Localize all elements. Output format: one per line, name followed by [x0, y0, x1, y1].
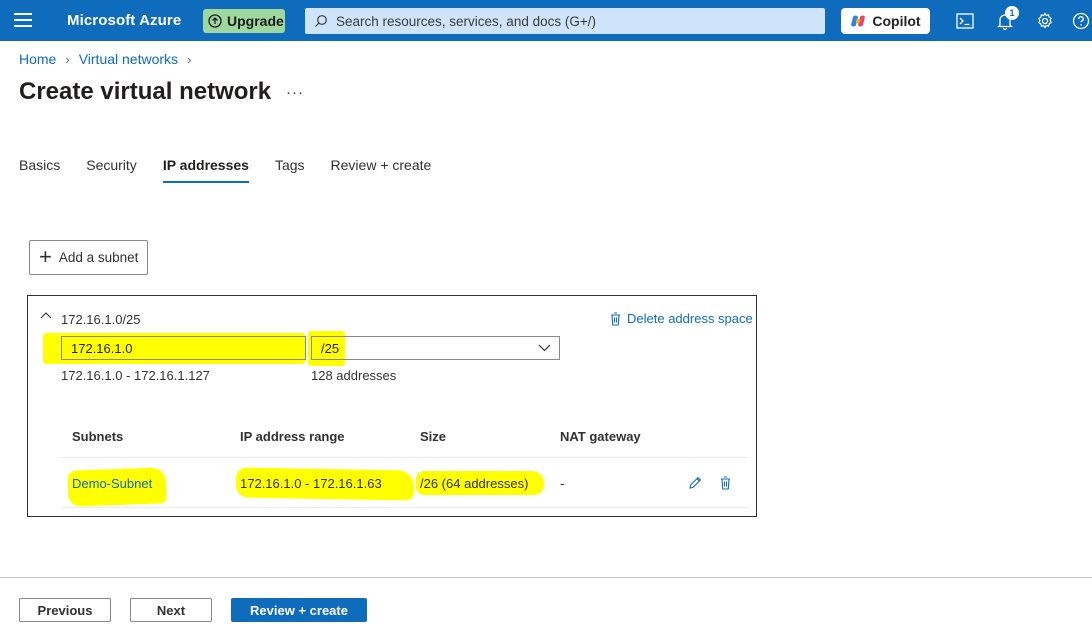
chevron-right-icon: › — [65, 51, 70, 67]
address-count-text: 128 addresses — [311, 368, 397, 383]
plus-icon: + — [39, 243, 52, 269]
table-divider — [61, 457, 748, 458]
address-prefix-dropdown[interactable]: /25 — [311, 336, 560, 360]
subnet-nat-gateway: - — [560, 476, 565, 491]
upgrade-arrow-icon — [208, 14, 222, 28]
tab-bar: Basics Security IP addresses Tags Review… — [19, 157, 457, 183]
search-input[interactable]: Search resources, services, and docs (G+… — [305, 8, 825, 34]
top-bar: Microsoft Azure Upgrade Search resources… — [0, 0, 1092, 41]
address-space-ip-input[interactable]: 172.16.1.0 — [61, 336, 306, 360]
column-header-ip-range: IP address range — [240, 429, 345, 444]
address-range-text: 172.16.1.0 - 172.16.1.127 — [61, 368, 210, 383]
address-space-label: 172.16.1.0/25 — [61, 312, 141, 327]
subnet-name-link[interactable]: Demo-Subnet — [72, 476, 152, 491]
trash-icon — [611, 311, 620, 326]
search-placeholder: Search resources, services, and docs (G+… — [336, 13, 596, 29]
breadcrumb-virtual-networks[interactable]: Virtual networks — [79, 51, 178, 67]
subnet-ip-range: 172.16.1.0 - 172.16.1.63 — [240, 476, 382, 491]
chevron-up-icon[interactable] — [40, 311, 52, 319]
column-header-subnets: Subnets — [72, 429, 124, 444]
trash-icon[interactable] — [720, 476, 731, 490]
delete-address-space-label: Delete address space — [627, 311, 753, 326]
next-button[interactable]: Next — [130, 598, 212, 622]
upgrade-button[interactable]: Upgrade — [203, 9, 285, 33]
breadcrumb: Home › Virtual networks › — [19, 51, 200, 67]
breadcrumb-home[interactable]: Home — [19, 51, 56, 67]
address-prefix-value: /25 — [321, 340, 340, 356]
chevron-right-icon: › — [187, 51, 192, 67]
page-title: Create virtual network — [19, 78, 272, 105]
footer-divider — [0, 577, 1092, 578]
tab-ip-addresses[interactable]: IP addresses — [162, 157, 250, 183]
tab-tags[interactable]: Tags — [275, 157, 305, 183]
tab-review-create[interactable]: Review + create — [331, 157, 432, 183]
cloud-shell-icon[interactable] — [954, 10, 976, 32]
subnet-size: /26 (64 addresses) — [420, 476, 529, 491]
menu-icon[interactable] — [14, 13, 32, 27]
copilot-icon — [851, 15, 866, 27]
tab-security[interactable]: Security — [86, 157, 137, 183]
notification-badge: 1 — [1005, 6, 1019, 20]
tab-basics[interactable]: Basics — [19, 157, 60, 183]
column-header-size: Size — [420, 429, 447, 444]
brand-title[interactable]: Microsoft Azure — [67, 12, 181, 29]
more-options-icon[interactable]: ··· — [286, 84, 304, 101]
chevron-down-icon — [538, 344, 551, 352]
search-icon — [315, 15, 327, 27]
previous-button[interactable]: Previous — [19, 598, 111, 622]
column-header-nat-gateway: NAT gateway — [560, 429, 641, 444]
upgrade-label: Upgrade — [227, 13, 284, 29]
copilot-label: Copilot — [872, 13, 921, 29]
settings-gear-icon[interactable] — [1034, 10, 1056, 32]
add-subnet-label: Add a subnet — [58, 250, 139, 265]
add-subnet-button[interactable]: + Add a subnet — [29, 240, 148, 275]
edit-pencil-icon[interactable] — [688, 476, 702, 490]
help-icon[interactable] — [1070, 10, 1092, 32]
review-create-button[interactable]: Review + create — [231, 598, 367, 622]
address-space-panel: 172.16.1.0/25 Delete address space 172.1… — [27, 295, 757, 517]
copilot-button[interactable]: Copilot — [841, 8, 930, 34]
table-divider — [61, 507, 748, 508]
delete-address-space-button[interactable]: Delete address space — [610, 311, 753, 326]
